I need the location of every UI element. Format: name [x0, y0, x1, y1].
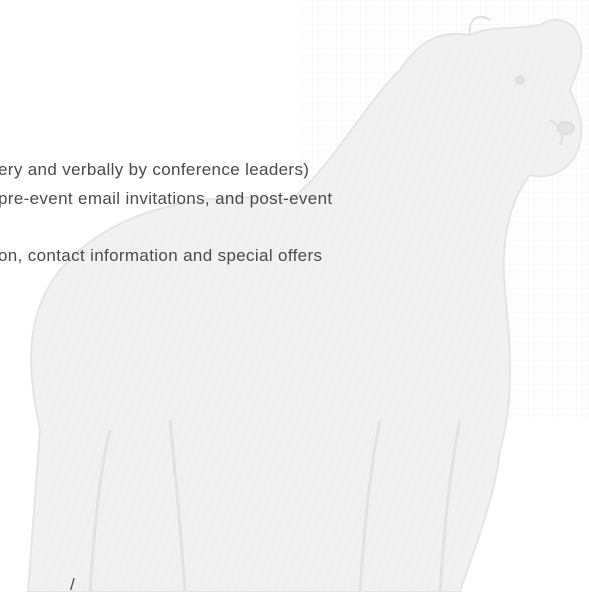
text-line: on, contact information and special offe… [0, 246, 323, 265]
text-line: pre-event email invitations, and post-ev… [0, 189, 333, 208]
text-fragment: / [70, 575, 76, 592]
document-page: ery and verbally by conference leaders) … [0, 0, 589, 592]
document-text: ery and verbally by conference leaders) … [0, 0, 589, 592]
text-line: ery and verbally by conference leaders) [0, 160, 310, 179]
